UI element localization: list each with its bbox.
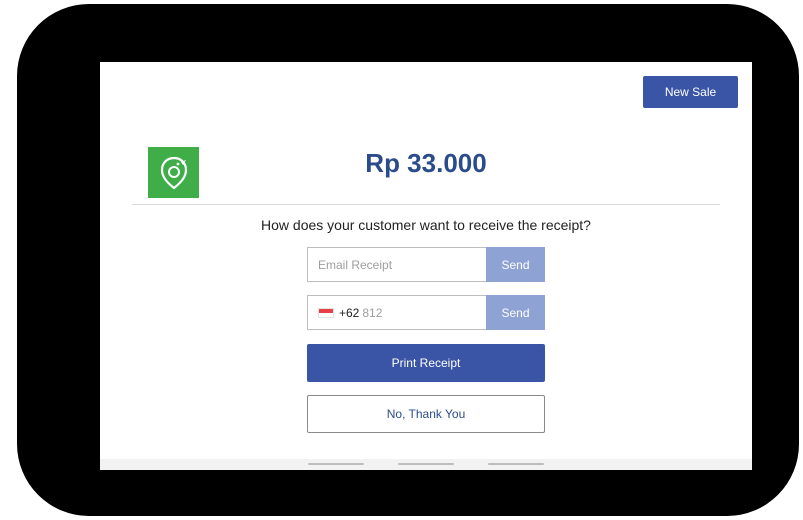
receipt-question: How does your customer want to receive t…	[261, 217, 591, 233]
phone-placeholder: 812	[362, 305, 383, 320]
country-code: +62	[339, 305, 360, 320]
app-screen: New Sale Rp 33.000 How does your custome…	[100, 62, 752, 470]
system-nav-bar	[100, 459, 752, 470]
print-receipt-button[interactable]: Print Receipt	[307, 344, 545, 382]
email-field[interactable]: Email Receipt	[307, 247, 486, 282]
send-email-button[interactable]: Send	[486, 247, 545, 282]
nav-handle-left	[308, 463, 364, 465]
send-sms-button[interactable]: Send	[486, 295, 545, 330]
email-placeholder: Email Receipt	[318, 257, 393, 272]
total-amount: Rp 33.000	[365, 148, 487, 178]
nav-handle-right	[488, 463, 544, 465]
tablet-frame: New Sale Rp 33.000 How does your custome…	[17, 4, 799, 516]
no-thank-you-button[interactable]: No, Thank You	[307, 395, 545, 433]
nav-handle-center	[398, 463, 454, 465]
new-sale-button[interactable]: New Sale	[643, 76, 738, 108]
email-receipt-row: Email Receipt Send	[307, 247, 545, 282]
phone-receipt-row: +62 812 Send	[307, 295, 545, 330]
phone-field[interactable]: +62 812	[307, 295, 486, 330]
divider	[132, 204, 720, 205]
indonesia-flag-icon[interactable]	[318, 307, 334, 318]
